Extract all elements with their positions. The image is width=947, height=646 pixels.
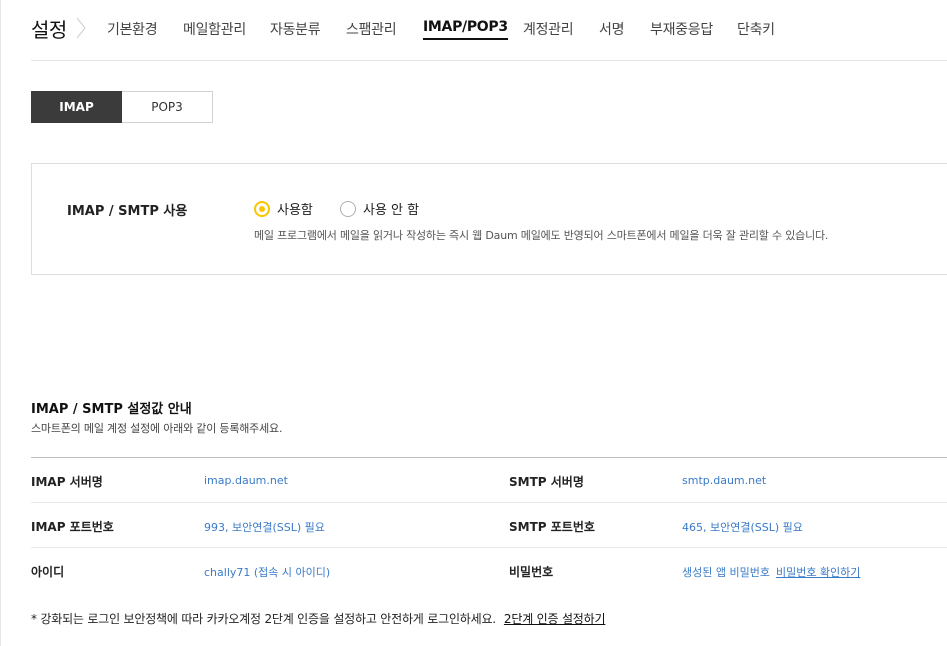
id-value: chally71 (접속 시 아이디)	[204, 566, 331, 579]
tab-spam[interactable]: 스팸관리	[346, 19, 397, 39]
imap-tab-button[interactable]: IMAP	[31, 91, 122, 123]
imap-smtp-use-label: IMAP / SMTP 사용	[67, 204, 188, 219]
tab-imap-pop3[interactable]: IMAP/POP3	[423, 19, 508, 40]
table-row: IMAP 포트번호 993, 보안연결(SSL) 필요 SMTP 포트번호 46…	[31, 503, 947, 548]
smtp-server-value: smtp.daum.net	[682, 474, 767, 487]
password-key: 비밀번호	[509, 565, 554, 579]
smtp-port-value: 465, 보안연결(SSL) 필요	[682, 521, 803, 534]
info-title: IMAP / SMTP 설정값 안내	[31, 402, 192, 417]
radio-use[interactable]: 사용함	[254, 199, 313, 218]
radio-empty-icon	[340, 200, 356, 217]
imap-server-value: imap.daum.net	[204, 474, 288, 487]
tab-auto-reply[interactable]: 부재중응답	[650, 19, 713, 39]
left-border	[0, 0, 1, 646]
tab-account[interactable]: 계정관리	[523, 19, 574, 39]
check-password-link[interactable]: 비밀번호 확인하기	[776, 566, 860, 579]
imap-server-key: IMAP 서버명	[31, 475, 103, 489]
protocol-toggle: IMAP POP3	[31, 91, 213, 123]
info-subtitle: 스마트폰의 메일 계정 설정에 아래와 같이 등록해주세요.	[31, 422, 283, 435]
chevron-right-icon	[76, 17, 86, 39]
imap-port-value: 993, 보안연결(SSL) 필요	[204, 521, 325, 534]
tab-basic[interactable]: 기본환경	[107, 19, 158, 39]
radio-not-use-label: 사용 안 함	[363, 203, 420, 218]
security-note: * 강화되는 로그인 보안정책에 따라 카카오계정 2단계 인증을 설정하고 안…	[31, 610, 606, 627]
settings-nav: 설정 기본환경 메일함관리 자동분류 스팸관리 IMAP/POP3 계정관리 서…	[31, 0, 947, 61]
id-key: 아이디	[31, 565, 65, 579]
two-step-auth-link[interactable]: 2단계 인증 설정하기	[504, 612, 606, 626]
tab-auto-sort[interactable]: 자동분류	[270, 19, 321, 39]
password-value-wrap: 생성된 앱 비밀번호 비밀번호 확인하기	[682, 564, 860, 580]
tab-shortcut[interactable]: 단축키	[737, 19, 775, 39]
tab-mailbox[interactable]: 메일함관리	[183, 19, 246, 39]
smtp-server-key: SMTP 서버명	[509, 475, 584, 489]
page-title: 설정	[31, 18, 67, 42]
imap-description: 메일 프로그램에서 메일을 읽거나 작성하는 즉시 웹 Daum 메일에도 반영…	[254, 229, 829, 242]
smtp-port-key: SMTP 포트번호	[509, 520, 595, 534]
radio-use-label: 사용함	[277, 203, 313, 218]
imap-setting-box: IMAP / SMTP 사용 사용함 사용 안 함 메일 프로그램에서 메일을 …	[31, 163, 947, 275]
pop3-tab-button[interactable]: POP3	[122, 91, 213, 123]
password-value: 생성된 앱 비밀번호	[682, 566, 770, 579]
table-row: 아이디 chally71 (접속 시 아이디) 비밀번호 생성된 앱 비밀번호 비…	[31, 548, 947, 593]
imap-port-key: IMAP 포트번호	[31, 520, 114, 534]
table-row: IMAP 서버명 imap.daum.net SMTP 서버명 smtp.dau…	[31, 458, 947, 503]
radio-selected-icon	[254, 200, 270, 217]
security-note-text: * 강화되는 로그인 보안정책에 따라 카카오계정 2단계 인증을 설정하고 안…	[31, 612, 496, 626]
radio-not-use[interactable]: 사용 안 함	[340, 199, 419, 218]
settings-table: IMAP 서버명 imap.daum.net SMTP 서버명 smtp.dau…	[31, 457, 947, 593]
tab-signature[interactable]: 서명	[599, 19, 624, 39]
